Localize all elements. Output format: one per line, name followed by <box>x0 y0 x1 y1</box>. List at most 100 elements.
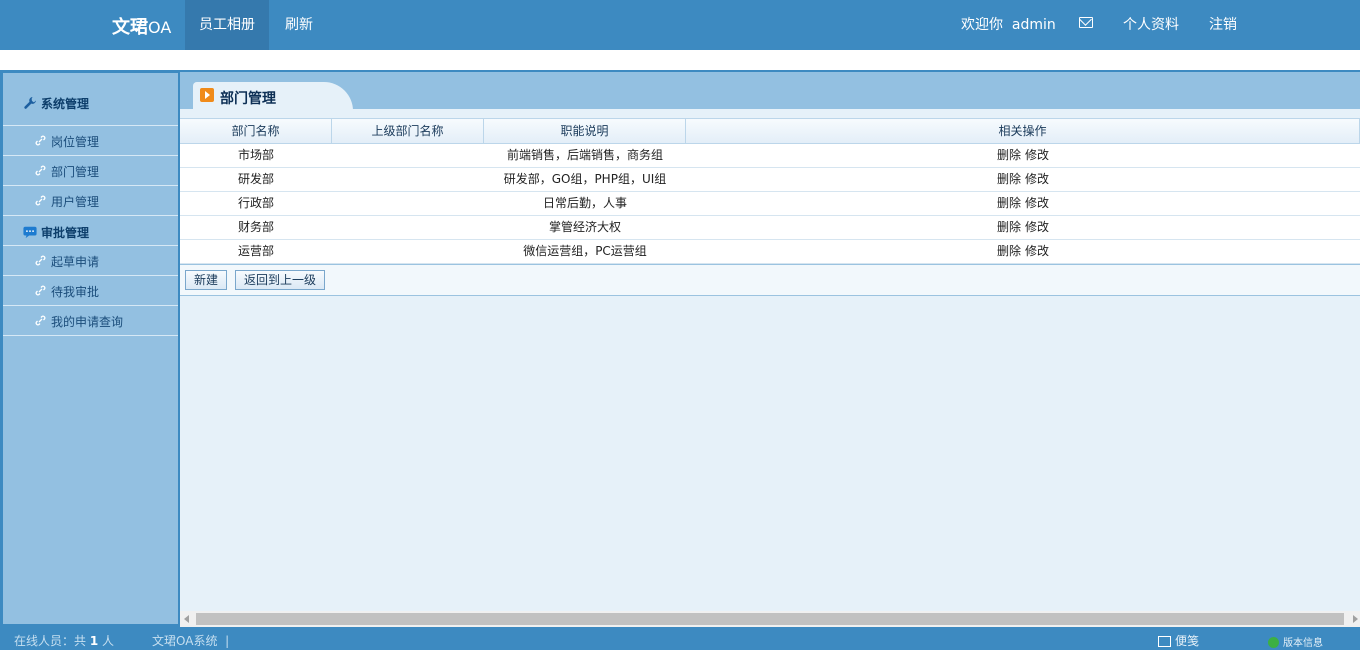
scroll-left-icon[interactable] <box>184 615 189 623</box>
nav-refresh[interactable]: 刷新 <box>271 0 327 50</box>
brand-name: 文珺 <box>112 17 148 38</box>
dept-parent <box>332 216 484 239</box>
link-icon <box>35 285 46 296</box>
sidebar-item-label: 我的申请查询 <box>51 315 124 329</box>
row-actions: 删除 修改 <box>686 240 1360 263</box>
column-header[interactable]: 上级部门名称 <box>332 119 484 143</box>
sidebar-item-my-requests[interactable]: 我的申请查询 <box>3 306 178 336</box>
version-info-link[interactable]: 版本信息 <box>1268 634 1323 649</box>
sidebar-item-departments[interactable]: 部门管理 <box>3 156 178 186</box>
sidebar-item-draft-request[interactable]: 起草申请 <box>3 246 178 276</box>
sidebar-item-users[interactable]: 用户管理 <box>3 186 178 216</box>
back-button[interactable]: 返回到上一级 <box>235 270 326 290</box>
envelope-icon[interactable] <box>1079 17 1093 28</box>
title-bar: 部门管理 <box>180 70 1360 111</box>
link-icon <box>35 315 46 326</box>
edit-link[interactable]: 修改 <box>1025 148 1049 162</box>
scroll-thumb[interactable] <box>196 613 1344 625</box>
button-bar: 新建 返回到上一级 <box>180 264 1360 296</box>
brand-logo[interactable]: 文珺OA <box>112 13 171 39</box>
menu-group-label: 系统管理 <box>41 97 90 111</box>
notepad-link[interactable]: 便笺 <box>1158 632 1199 649</box>
nav-logout[interactable]: 注销 <box>1209 0 1237 50</box>
row-actions: 删除 修改 <box>686 192 1360 215</box>
link-icon <box>35 135 46 146</box>
horizontal-scrollbar[interactable] <box>180 611 1360 627</box>
play-icon <box>200 88 214 102</box>
sidebar-item-label: 起草申请 <box>51 255 100 269</box>
sidebar-item-label: 待我审批 <box>51 285 100 299</box>
menu-group-system[interactable]: 系统管理 <box>3 73 178 126</box>
department-table: 部门名称 上级部门名称 职能说明 相关操作 市场部 前端销售，后端销售，商务组 … <box>180 118 1360 264</box>
nav-employee-album[interactable]: 员工相册 <box>185 0 269 50</box>
dept-name: 市场部 <box>237 148 274 162</box>
sidebar-item-positions[interactable]: 岗位管理 <box>3 126 178 156</box>
delete-link[interactable]: 删除 <box>997 172 1021 186</box>
top-navbar: 文珺OA 员工相册 刷新 欢迎你 admin 个人资料 注销 <box>0 0 1360 50</box>
dept-parent <box>332 168 484 191</box>
delete-link[interactable]: 删除 <box>997 196 1021 210</box>
sidebar-item-label: 部门管理 <box>51 165 100 179</box>
edit-link[interactable]: 修改 <box>1025 220 1049 234</box>
edit-link[interactable]: 修改 <box>1025 172 1049 186</box>
main-content: 部门管理 部门名称 上级部门名称 职能说明 相关操作 市场部 前端销售，后端销售… <box>180 70 1360 627</box>
row-actions: 删除 修改 <box>686 216 1360 239</box>
online-prefix: 在线人员：共 <box>14 634 87 648</box>
dept-desc: 日常后勤，人事 <box>542 196 627 210</box>
link-icon <box>35 165 46 176</box>
chat-icon <box>23 226 37 239</box>
info-icon <box>1268 637 1279 648</box>
new-button[interactable]: 新建 <box>185 270 228 290</box>
online-count: 1 <box>89 634 99 648</box>
delete-link[interactable]: 删除 <box>997 220 1021 234</box>
notepad-label: 便笺 <box>1175 634 1200 648</box>
delete-link[interactable]: 删除 <box>997 244 1021 258</box>
dept-name: 财务部 <box>237 220 274 234</box>
brand-suffix: OA <box>148 18 172 37</box>
edit-link[interactable]: 修改 <box>1025 196 1049 210</box>
column-header[interactable]: 相关操作 <box>686 119 1360 143</box>
dept-parent <box>332 144 484 167</box>
table-row: 市场部 前端销售，后端销售，商务组 删除 修改 <box>180 144 1360 168</box>
delete-link[interactable]: 删除 <box>997 148 1021 162</box>
dept-name: 研发部 <box>237 172 274 186</box>
table-row: 运营部 微信运营组，PC运营组 删除 修改 <box>180 240 1360 264</box>
scroll-right-icon[interactable] <box>1353 615 1358 623</box>
row-actions: 删除 修改 <box>686 144 1360 167</box>
dept-desc: 研发部，GO组，PHP组，UI组 <box>503 172 667 186</box>
dept-name: 行政部 <box>237 196 274 210</box>
table-header: 部门名称 上级部门名称 职能说明 相关操作 <box>180 118 1360 144</box>
edit-link[interactable]: 修改 <box>1025 244 1049 258</box>
row-actions: 删除 修改 <box>686 168 1360 191</box>
table-row: 行政部 日常后勤，人事 删除 修改 <box>180 192 1360 216</box>
link-icon <box>35 195 46 206</box>
online-users: 在线人员：共 1 人 <box>14 632 114 649</box>
system-name: 文珺OA系统 | <box>152 634 230 648</box>
column-header[interactable]: 部门名称 <box>180 119 332 143</box>
status-footer: 在线人员：共 1 人 文珺OA系统 | 便笺 版本信息 <box>0 627 1360 650</box>
online-suffix: 人 <box>102 634 115 648</box>
sidebar-item-pending-approval[interactable]: 待我审批 <box>3 276 178 306</box>
version-label: 版本信息 <box>1283 638 1323 649</box>
dept-desc: 微信运营组，PC运营组 <box>523 244 647 258</box>
welcome-text: 欢迎你 admin <box>961 17 1056 33</box>
dept-parent <box>332 240 484 263</box>
nav-profile[interactable]: 个人资料 <box>1123 0 1179 50</box>
page-tab: 部门管理 <box>193 82 353 111</box>
menu-group-approval[interactable]: 审批管理 <box>3 216 178 246</box>
column-header[interactable]: 职能说明 <box>484 119 686 143</box>
menu-group-label: 审批管理 <box>41 226 90 240</box>
link-icon <box>35 255 46 266</box>
page-title: 部门管理 <box>220 91 276 107</box>
dept-parent <box>332 192 484 215</box>
sidebar: 系统管理 岗位管理 部门管理 用户管理 审批管理 起草申请 待我审批 我的申请查… <box>0 70 180 627</box>
table-row: 财务部 掌管经济大权 删除 修改 <box>180 216 1360 240</box>
wrench-icon <box>24 97 36 109</box>
notepad-icon <box>1158 636 1171 647</box>
sidebar-item-label: 用户管理 <box>51 195 100 209</box>
table-row: 研发部 研发部，GO组，PHP组，UI组 删除 修改 <box>180 168 1360 192</box>
dept-desc: 掌管经济大权 <box>548 220 621 234</box>
dept-desc: 前端销售，后端销售，商务组 <box>506 148 663 162</box>
sidebar-item-label: 岗位管理 <box>51 135 100 149</box>
dept-name: 运营部 <box>237 244 274 258</box>
